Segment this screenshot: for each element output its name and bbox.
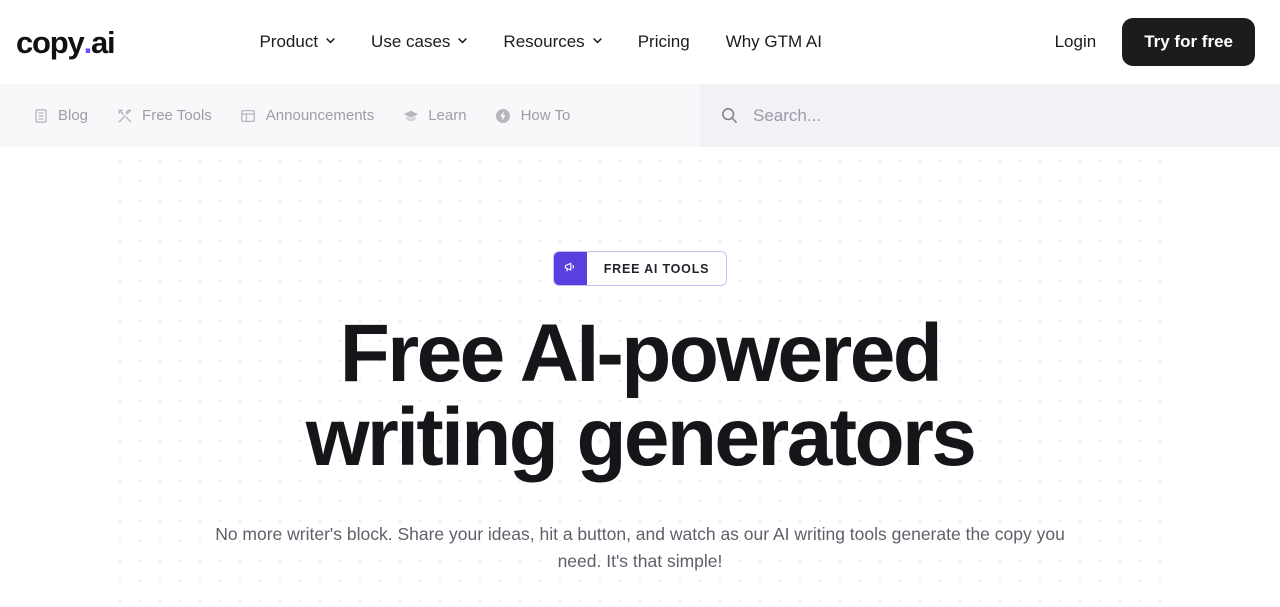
search-bar[interactable] — [700, 84, 1280, 147]
logo-suffix: ai — [90, 24, 116, 60]
subnav-item-how-to[interactable]: How To — [481, 99, 585, 132]
search-icon — [720, 106, 739, 125]
book-icon — [32, 107, 49, 124]
nav-item-label: Resources — [503, 32, 585, 51]
subnav-links: Blog Free Tools Announcements Learn How — [0, 84, 700, 147]
secondary-navigation-bar: Blog Free Tools Announcements Learn How — [0, 84, 1280, 147]
try-for-free-button[interactable]: Try for free — [1122, 18, 1255, 66]
chevron-down-icon — [592, 35, 602, 45]
nav-item-use-cases[interactable]: Use cases — [353, 22, 485, 62]
hero-section: FREE AI TOOLS Free AI-powered writing ge… — [0, 147, 1280, 607]
megaphone-icon — [553, 252, 587, 285]
nav-item-pricing[interactable]: Pricing — [620, 22, 708, 62]
nav-item-label: Product — [259, 32, 319, 51]
chevron-down-icon — [457, 35, 468, 45]
nav-item-product[interactable]: Product — [259, 22, 353, 62]
site-header: copy. ai Product Use cases Resources Pric… — [0, 0, 1280, 84]
subnav-item-label: How To — [520, 107, 571, 124]
free-ai-tools-badge[interactable]: FREE AI TOOLS — [552, 251, 728, 286]
subnav-item-blog[interactable]: Blog — [18, 99, 102, 132]
nav-item-why-gtm-ai[interactable]: Why GTM AI — [708, 22, 840, 62]
logo-text: copy — [16, 24, 85, 60]
chevron-down-icon — [325, 35, 335, 45]
subnav-item-label: Free Tools — [142, 107, 212, 124]
subnav-item-label: Learn — [428, 107, 467, 124]
badge-label: FREE AI TOOLS — [603, 261, 710, 276]
copyai-logo[interactable]: copy. ai — [16, 24, 116, 60]
nav-item-label: Use cases — [371, 32, 451, 51]
login-link[interactable]: Login — [1055, 32, 1097, 52]
lightning-circle-icon — [495, 107, 512, 124]
nav-item-label: Pricing — [637, 32, 690, 51]
subnav-item-free-tools[interactable]: Free Tools — [102, 99, 226, 132]
subnav-item-label: Announcements — [265, 107, 375, 124]
nav-item-label: Why GTM AI — [725, 32, 822, 51]
tools-icon — [116, 107, 133, 124]
subnav-item-learn[interactable]: Learn — [388, 99, 480, 132]
hero-subtitle: No more writer's block. Share your ideas… — [215, 524, 1065, 571]
header-actions: Login Try for free — [1055, 18, 1255, 66]
graduation-cap-icon — [402, 107, 419, 124]
layout-icon — [240, 107, 257, 124]
page-title: Free AI-powered writing generators — [305, 308, 977, 483]
logo-dot: . — [83, 24, 93, 60]
subnav-item-announcements[interactable]: Announcements — [226, 99, 388, 132]
search-input[interactable] — [753, 105, 1280, 126]
nav-item-resources[interactable]: Resources — [485, 22, 619, 62]
hero-content: FREE AI TOOLS Free AI-powered writing ge… — [0, 147, 1280, 574]
subnav-item-label: Blog — [58, 107, 89, 124]
primary-navigation: Product Use cases Resources Pricing Why … — [259, 22, 840, 62]
